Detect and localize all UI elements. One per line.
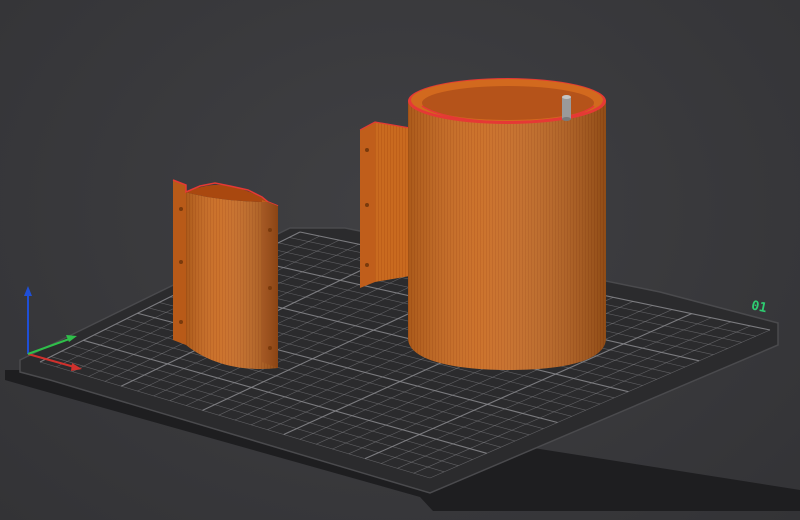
scene-canvas[interactable]: 01 xyxy=(0,0,800,520)
cylinder-body-shade xyxy=(408,101,606,370)
z-axis-arrow-icon xyxy=(24,286,32,296)
model-large-cylinder[interactable] xyxy=(408,78,606,370)
plate-number-label: 01 xyxy=(750,298,769,316)
flange-side xyxy=(375,122,410,282)
cylinder-pin xyxy=(562,95,571,121)
3d-viewport[interactable]: 01 xyxy=(0,0,800,520)
model-flanged-half-shell[interactable] xyxy=(359,121,411,288)
small-shell-shade xyxy=(186,192,278,369)
model-small-half-shell[interactable] xyxy=(172,179,279,369)
